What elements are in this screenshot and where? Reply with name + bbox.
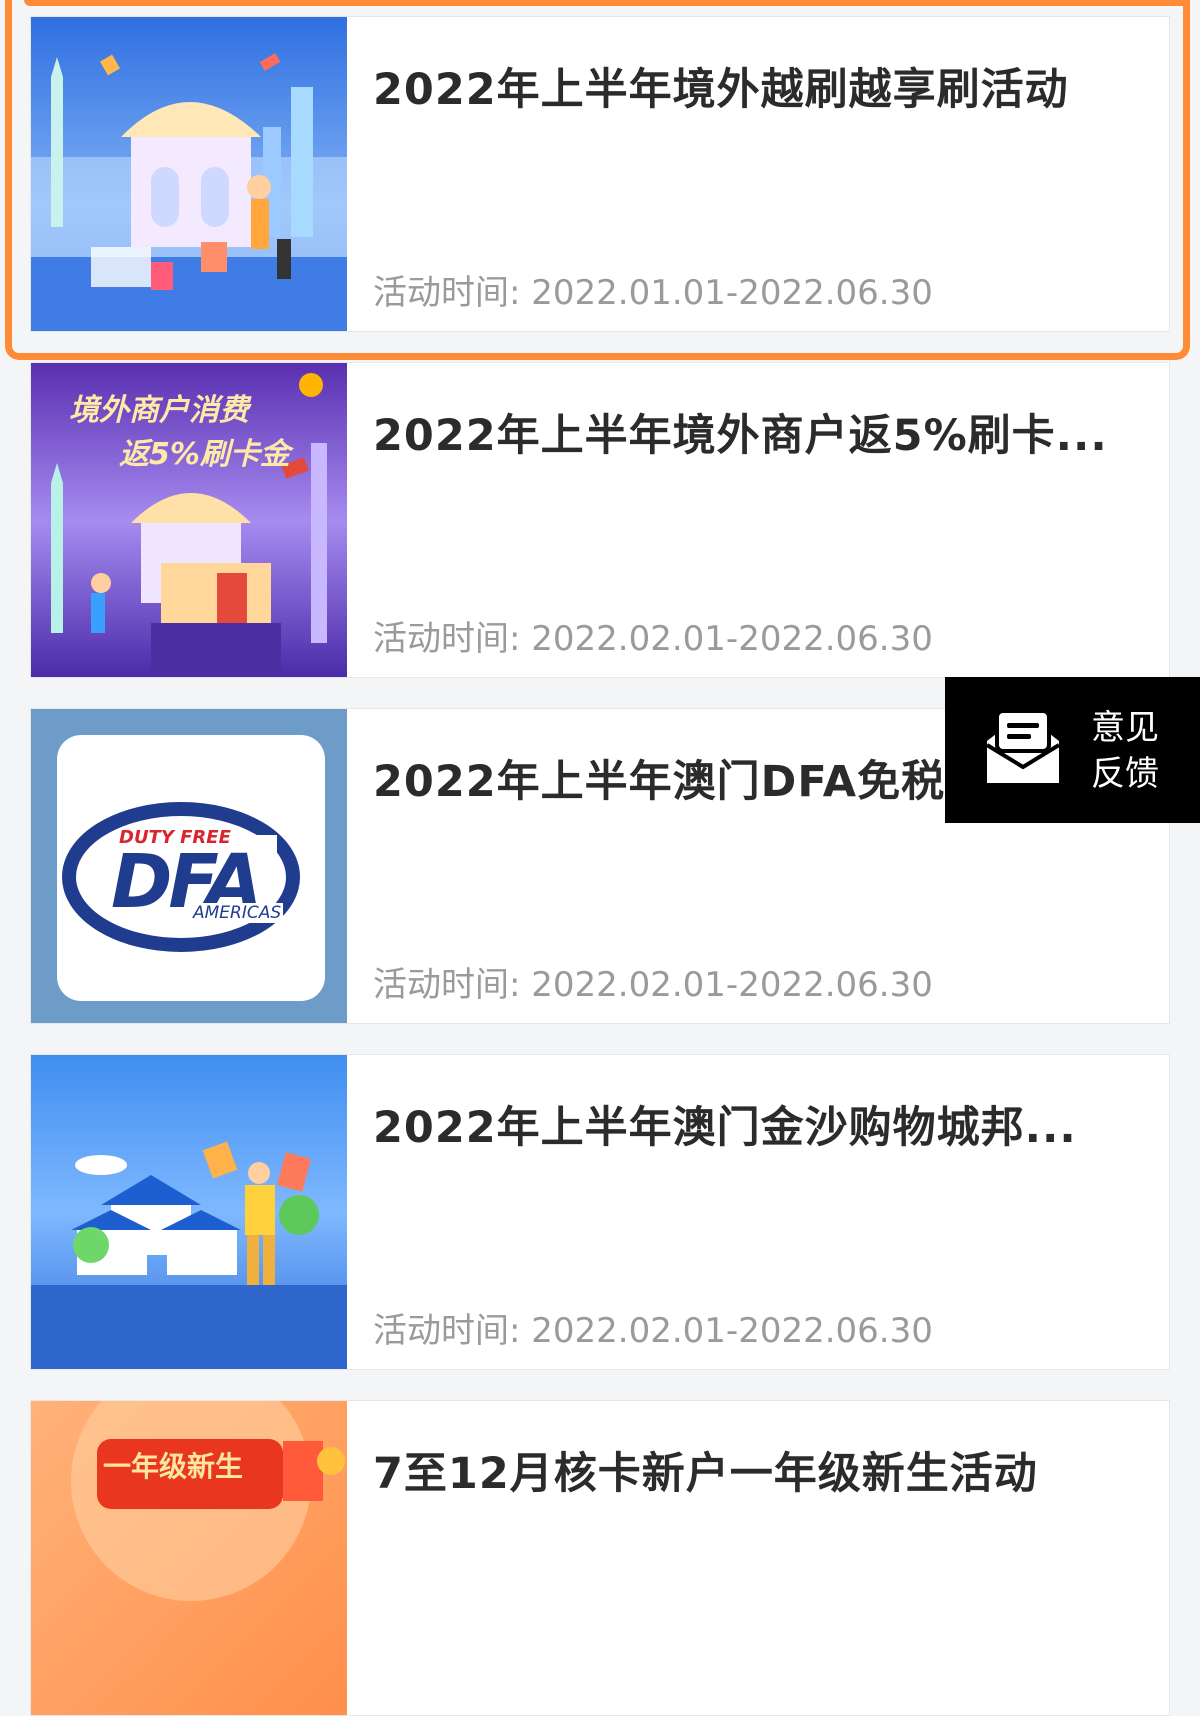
logo-panel: DUTY FREE DFA AMERICAS bbox=[57, 735, 325, 1001]
feedback-label: 意见 反馈 bbox=[1091, 705, 1171, 797]
travel-shopping-illustration bbox=[31, 17, 347, 331]
dfa-logo: DUTY FREE DFA AMERICAS bbox=[31, 709, 347, 1023]
red-envelope-illustration: 一年级新生 bbox=[31, 1401, 347, 1715]
activity-card[interactable]: 2022年上半年澳门金沙购物城邦... 活动时间: 2022.02.01-202… bbox=[30, 1054, 1170, 1370]
thumb-caption: 一年级新生 bbox=[103, 1450, 244, 1483]
feedback-label-line2: 反馈 bbox=[1091, 754, 1159, 794]
thumb-caption: 返5%刷卡金 bbox=[119, 437, 290, 472]
activity-date: 活动时间: 2022.01.01-2022.06.30 bbox=[373, 273, 933, 313]
activity-title: 2022年上半年境外商户返5%刷卡... bbox=[373, 411, 1108, 461]
feedback-label-line1: 意见 bbox=[1091, 708, 1159, 748]
thumb-caption: 境外商户消费 bbox=[69, 393, 249, 428]
activity-date: 活动时间: 2022.02.01-2022.06.30 bbox=[373, 619, 933, 659]
feedback-button[interactable]: 意见 反馈 bbox=[945, 677, 1200, 823]
activity-card[interactable]: 2022年上半年境外越刷越享刷活动 活动时间: 2022.01.01-2022.… bbox=[0, 0, 1190, 366]
feedback-envelope-icon bbox=[981, 709, 1065, 789]
cashback-gift-illustration: 境外商户消费 返5%刷卡金 bbox=[31, 363, 347, 677]
activity-title: 2022年上半年澳门金沙购物城邦... bbox=[373, 1103, 1077, 1153]
activity-card[interactable]: 一年级新生 7至12月核卡新户一年级新生活动 bbox=[30, 1400, 1170, 1716]
activity-card[interactable]: 境外商户消费 返5%刷卡金 2022年上半年境外商户返5%刷卡... 活动时间:… bbox=[30, 362, 1170, 678]
activity-date: 活动时间: 2022.02.01-2022.06.30 bbox=[373, 1311, 933, 1351]
logo-sub-text: AMERICAS bbox=[191, 903, 284, 923]
activity-title: 7至12月核卡新户一年级新生活动 bbox=[373, 1449, 1038, 1499]
shopping-mall-illustration bbox=[31, 1055, 347, 1369]
activity-title: 2022年上半年境外越刷越享刷活动 bbox=[373, 65, 1069, 115]
activity-date: 活动时间: 2022.02.01-2022.06.30 bbox=[373, 965, 933, 1005]
